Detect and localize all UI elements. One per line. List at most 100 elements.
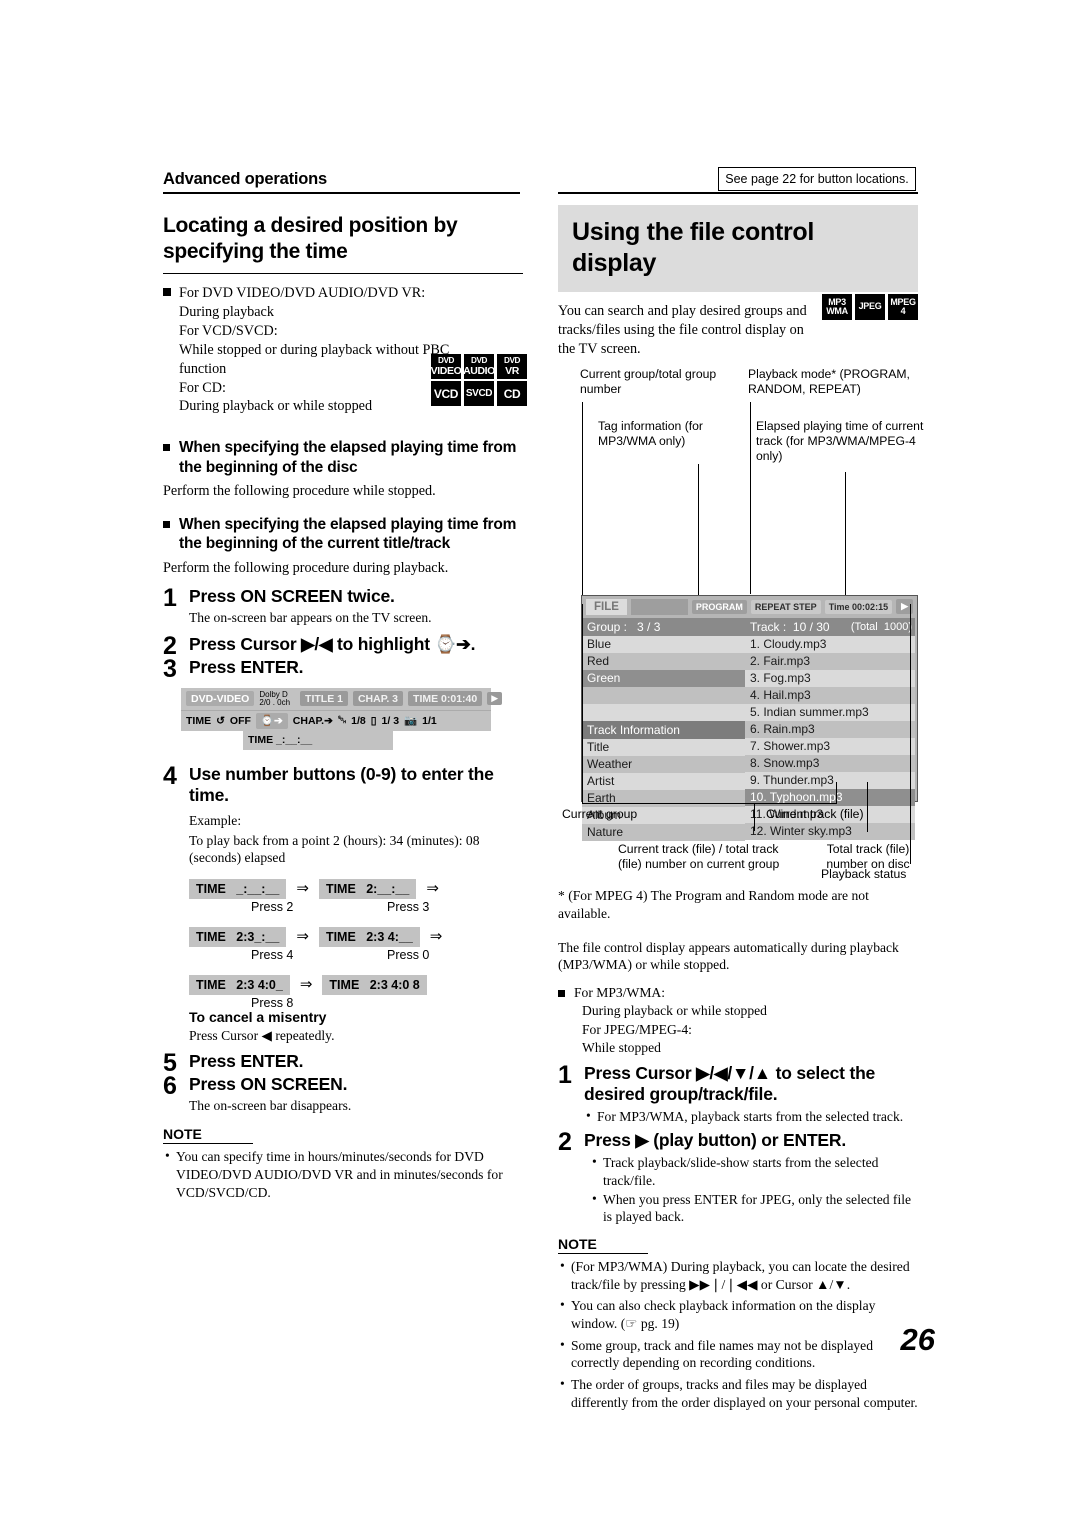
fcd-track-header: Track : 10 / 30 [750,619,830,634]
disc-icon-svcd: SVCD [464,381,494,407]
subhead-2-body: Perform the following procedure during p… [163,559,449,576]
header-rule-right [558,192,918,194]
osd-chapter-search: CHAP.➔ [292,714,333,727]
fcd-group-row-selected[interactable]: Green [582,669,745,687]
time-box: TIME _:__:__ [189,879,287,899]
fcd-track-header-bar: Track : 10 / 30 (Total 1000) [745,617,915,636]
fcd-track-row[interactable]: 9. Thunder.mp3 [745,771,915,789]
section-label: Advanced operations [163,170,327,188]
fcd-track-info-row: Title [582,738,745,756]
fcd-tag-area [630,598,688,615]
title-underline [163,273,523,275]
step-subtext: The on-screen bar appears on the TV scre… [189,610,432,626]
time-box: TIME 2:3 4:0 8 [322,975,427,995]
osd-audio-value: 1/8 [351,714,366,727]
leader-line [750,401,752,594]
osd-subtitle-value: 1/ 3 [381,714,400,727]
press-label: Press 8 [251,996,294,1010]
fcd-time-pill: Time 00:02:15 [824,599,893,614]
bullet-dot-icon: • [592,1190,597,1206]
fcd-track-row[interactable]: 7. Shower.mp3 [745,737,915,755]
repeat-icon: ↺ [216,714,225,727]
step-subtext: The on-screen bar disappears. [189,1097,352,1113]
leader-line [698,463,700,614]
osd-title-chip: TITLE 1 [300,691,348,707]
osd-chapter-chip: CHAP. 3 [352,691,404,707]
leader-line [867,781,869,832]
leader-line [582,802,837,805]
step-2: 2 Press Cursor ▶/◀ to highlight ⌚➔. [163,632,523,660]
step-number: 6 [163,1071,177,1100]
callout-playback-status: Playback status [821,866,907,881]
right-intro-text: You can search and play desired groups a… [558,303,807,357]
right-section-title: Using the file control display [558,205,918,292]
time-box: TIME 2:3_:__ [189,927,287,947]
fcd-track-row[interactable]: 3. Fog.mp3 [745,669,915,687]
fcd-group-row[interactable]: Blue [582,635,745,653]
fcd-track-row[interactable]: 8. Snow.mp3 [745,754,915,772]
press-label: Press 0 [387,948,430,962]
angle-icon: 📷 [404,715,418,728]
osd-audio-line2: 2/0 . 0ch [259,697,291,707]
fcd-track-row[interactable]: 5. Indian summer.mp3 [745,703,915,721]
fcd-group-row[interactable]: Red [582,652,745,670]
square-bullet-icon [163,288,171,297]
bullet-dot-icon: • [165,1148,170,1164]
callout-current-group: Current group [562,806,638,821]
osd-row-top: DVD-VIDEO Dolby D 2/0 . 0ch TITLE 1 CHAP… [181,687,503,710]
step-bullet-text: Track playback/slide-show starts from th… [603,1155,879,1189]
callout-current-group-total: Current group/total group number [580,366,717,396]
leader-line [910,603,912,864]
fcd-program-pill: PROGRAM [691,599,747,614]
bullet-dot-icon: • [560,1258,565,1274]
bullet-dot-icon: • [586,1107,591,1123]
note-item-text: You can specify time in hours/minutes/se… [176,1149,503,1200]
subhead-block-2: When specifying the elapsed playing time… [163,515,523,554]
page-number: 26 [900,1322,935,1357]
disc-icon-cd: CD [497,381,527,407]
bullet-dot-icon: • [560,1376,565,1392]
header-rule-left [163,192,520,194]
fcd-group-row[interactable] [582,703,745,721]
osd-row-items: TIME ↺ OFF ⌚➔ CHAP.➔ ␁ 1/8 ▯ 1/ 3 📷 1/1 [181,709,491,731]
step-heading: Press ▶ (play button) or ENTER. [584,1130,847,1151]
fcd-group-pane: Group : 3 / 3 Blue Red Green Track Infor… [582,617,745,841]
fcd-track-info-row: Earth [582,789,745,807]
disc-icon-vcd: VCD [431,381,461,407]
fcd-track-info-row: Weather [582,755,745,773]
applicability-line-0: For DVD VIDEO/DVD AUDIO/DVD VR: [179,285,426,302]
time-box: TIME 2:3 4:0_ [189,975,290,995]
leader-line [582,401,584,604]
format-icon-mp3-wma: MP3 WMA [822,294,852,320]
square-bullet-icon [163,444,170,452]
note-item: • The order of groups, tracks and files … [558,1376,918,1411]
subtitle-icon: ▯ [370,714,377,727]
fcd-track-row[interactable]: 6. Rain.mp3 [745,720,915,738]
disc-icon-dvd-audio: DVD AUDIO [463,354,495,380]
fcd-track-info-row: Artist [582,772,745,790]
fcd-group-header[interactable]: Group : 3 / 3 [582,617,745,636]
bullet-dot-icon: • [560,1336,565,1352]
disc-format-icons: DVD VIDEO DVD AUDIO DVD VR VCD SVCD CD [431,354,527,407]
format-icon-jpeg: JPEG [855,294,885,320]
subhead-2: When specifying the elapsed playing time… [179,515,517,553]
arrow-right-icon: ⇒ [296,881,309,897]
fcd-track-row[interactable]: 1. Cloudy.mp3 [745,635,915,653]
time-box: TIME 2:__:__ [318,879,417,899]
right-step-1: 1 Press Cursor ▶/◀/▼/▲ to select the des… [558,1061,918,1126]
step-heading: Press ON SCREEN twice. [189,586,395,607]
note-item-text: You can also check playback information … [571,1298,876,1332]
step-heading: Press ENTER. [189,1050,304,1071]
availability-line-2: For JPEG/MPEG-4: [582,1021,692,1037]
note-item: • You can specify time in hours/minutes/… [163,1148,523,1201]
subhead-1-body: Perform the following procedure while st… [163,483,436,500]
fcd-track-row[interactable]: 12. Winter sky.mp3 [745,822,915,840]
fcd-track-row[interactable]: 2. Fair.mp3 [745,652,915,670]
format-icons: MP3 WMA JPEG MPEG 4 [822,294,918,320]
fcd-total-label: (Total 1000) [850,620,912,633]
see-page-note: See page 22 for button locations. [718,167,916,191]
leader-line [582,603,584,804]
note-item: • (For MP3/WMA) During playback, you can… [558,1258,918,1293]
fcd-track-row[interactable]: 4. Hail.mp3 [745,686,915,704]
fcd-group-row[interactable] [582,686,745,704]
